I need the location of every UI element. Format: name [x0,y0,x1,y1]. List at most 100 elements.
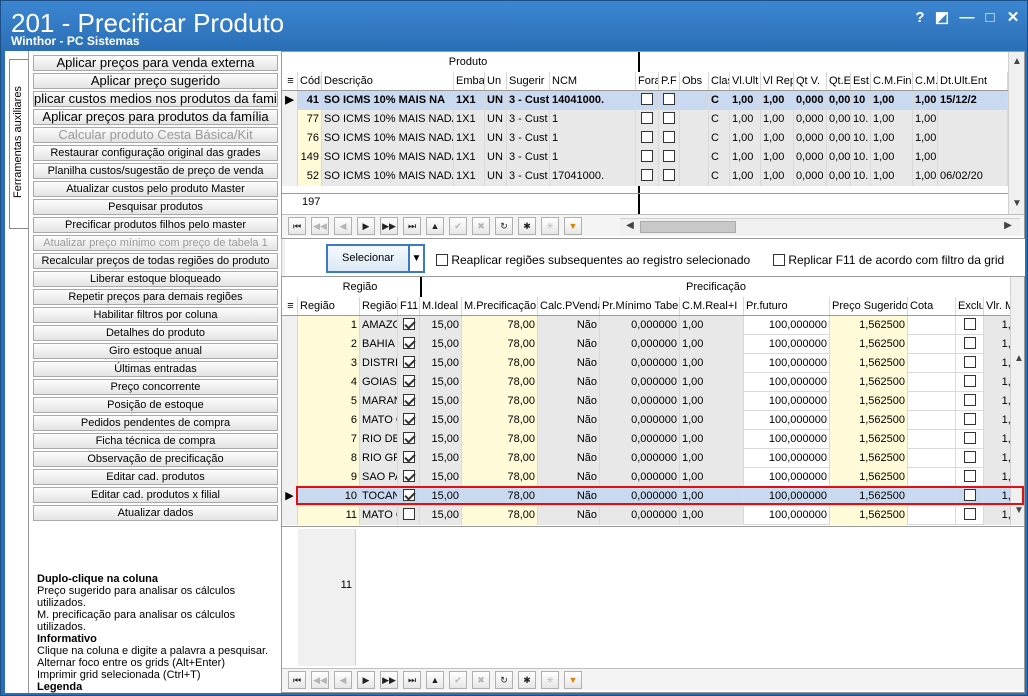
table-cell[interactable]: 1,562500 [830,392,908,411]
table-cell[interactable] [908,411,956,430]
table-row[interactable]: 8 RIO GR 15,00 78,00 Não 0,000000 1,00 100,0000… [282,449,1024,468]
table-cell[interactable]: 15/12/2 [938,91,1008,110]
table-cell[interactable]: 0,000 [794,167,827,186]
table-cell[interactable]: 1,00 [680,392,744,411]
table-cell[interactable]: RIO DE [360,430,398,449]
checkbox[interactable] [636,148,659,167]
maximize-icon[interactable]: □ [981,9,999,27]
first-record-icon[interactable]: ⏮ [288,671,306,689]
table-cell[interactable]: SO ICMS 10% MAIS NADA [322,167,454,186]
table-cell[interactable]: 0,00 [827,148,851,167]
table-cell[interactable]: UN [485,148,507,167]
close-icon[interactable]: ✕ [1004,9,1022,27]
table-cell[interactable]: 0,00 [827,129,851,148]
checkbox[interactable] [636,167,659,186]
column-header[interactable]: Est [851,72,871,90]
column-header[interactable]: Obs [680,72,709,90]
table-cell[interactable]: 1,00 [730,129,761,148]
table-cell[interactable]: 1,00 [680,506,744,525]
table-cell[interactable] [908,487,956,506]
column-header[interactable]: C.M. [913,72,938,90]
table-cell[interactable]: 78,00 [462,373,538,392]
table-cell[interactable]: 15,00 [420,506,462,525]
refresh-icon[interactable]: ↻ [495,217,513,235]
funnel-icon[interactable]: ▼ [564,671,582,689]
table-cell[interactable]: MATO G [360,411,398,430]
f11-checkbox[interactable] [398,411,420,430]
filter-clear-icon[interactable]: ✱ [518,217,536,235]
table-cell[interactable]: 1,00 [913,167,938,186]
exclude-checkbox[interactable] [956,430,984,449]
table-cell[interactable] [908,392,956,411]
exclude-checkbox[interactable] [956,373,984,392]
table-cell[interactable]: 100,000000 [744,430,830,449]
checkbox[interactable] [636,110,659,129]
f11-checkbox[interactable] [398,354,420,373]
table-cell[interactable]: 1,562500 [830,411,908,430]
table-cell[interactable]: 0,000000 [600,487,680,506]
table-cell[interactable]: 15,00 [420,316,462,335]
table-cell[interactable] [938,148,1008,167]
f11-checkbox[interactable] [398,373,420,392]
tool-button[interactable]: Restaurar configuração original das grad… [33,145,278,161]
column-header[interactable]: M.Precificação [462,297,538,315]
minimize-icon[interactable]: — [958,9,976,27]
table-cell[interactable]: Não [538,506,600,525]
f11-checkbox[interactable] [398,392,420,411]
region-vscroll[interactable]: ▲ ▼ [1010,277,1024,525]
tool-button[interactable]: Atualizar dados [33,505,278,521]
table-cell[interactable]: 78,00 [462,487,538,506]
table-cell[interactable]: Não [538,354,600,373]
table-cell[interactable]: 06/02/20 [938,167,1008,186]
tool-button[interactable]: Posição de estoque [33,397,278,413]
table-cell[interactable]: 52 [298,167,322,186]
table-cell[interactable]: SO ICMS 10% MAIS NADA [322,110,454,129]
table-cell[interactable]: 76 [298,129,322,148]
table-cell[interactable]: 2 [298,335,360,354]
column-header[interactable]: Un [485,72,507,90]
prior-record-icon[interactable]: ◀ [334,217,352,235]
table-cell[interactable]: SO ICMS 10% MAIS NADA [322,148,454,167]
table-cell[interactable]: Não [538,373,600,392]
table-cell[interactable]: UN [485,91,507,110]
table-cell[interactable]: 1,00 [730,91,761,110]
table-cell[interactable]: 15,00 [420,392,462,411]
column-header[interactable]: Pr.futuro [744,297,830,315]
exclude-checkbox[interactable] [956,316,984,335]
table-row[interactable]: 149 SO ICMS 10% MAIS NADA 1X1 UN 3 - Cust 1 C 1… [282,148,1008,167]
column-header[interactable]: Sugerir [507,72,550,90]
table-cell[interactable]: BAHIA [360,335,398,354]
table-cell[interactable]: 1,00 [761,148,794,167]
table-cell[interactable]: C [709,129,730,148]
scroll-right-icon[interactable]: ▶ [1000,220,1016,231]
table-cell[interactable]: 1,00 [761,129,794,148]
tool-button[interactable]: Detalhes do produto [33,325,278,341]
table-cell[interactable]: 1,00 [871,110,913,129]
tool-button[interactable]: plicar custos medios nos produtos da fam… [33,91,278,107]
table-cell[interactable]: UN [485,167,507,186]
table-cell[interactable]: 10 [851,91,871,110]
prior-page-icon[interactable]: ◀◀ [311,671,329,689]
title-bar[interactable]: 201 - Precificar Produto Winthor - PC Si… [1,1,1027,51]
table-cell[interactable]: 0,000000 [600,468,680,487]
checkbox[interactable] [636,129,659,148]
table-row[interactable]: ▶ 41 SO ICMS 10% MAIS NA 1X1 UN 3 - Cust 14041… [282,91,1008,110]
table-cell[interactable]: 100,000000 [744,506,830,525]
f11-checkbox[interactable] [398,506,420,525]
tool-button[interactable]: Repetir preços para demais regiões [33,289,278,305]
table-cell[interactable]: 3 - Cust [507,129,550,148]
table-cell[interactable]: 41 [298,91,322,110]
column-header[interactable]: Dt.Ult.Ent [938,72,1008,90]
f11-checkbox[interactable] [398,468,420,487]
exclude-checkbox[interactable] [956,506,984,525]
table-cell[interactable]: 0,000000 [600,316,680,335]
table-cell[interactable]: 1,00 [871,148,913,167]
column-header[interactable]: Cota [908,297,956,315]
select-button[interactable]: Selecionar [326,244,410,273]
table-cell[interactable]: 1X1 [454,129,485,148]
scroll-up-icon[interactable]: ▲ [1009,56,1024,67]
table-cell[interactable] [680,129,709,148]
restore-layout-icon[interactable]: ◩ [933,9,951,27]
table-cell[interactable]: 15,00 [420,354,462,373]
table-cell[interactable] [680,91,709,110]
